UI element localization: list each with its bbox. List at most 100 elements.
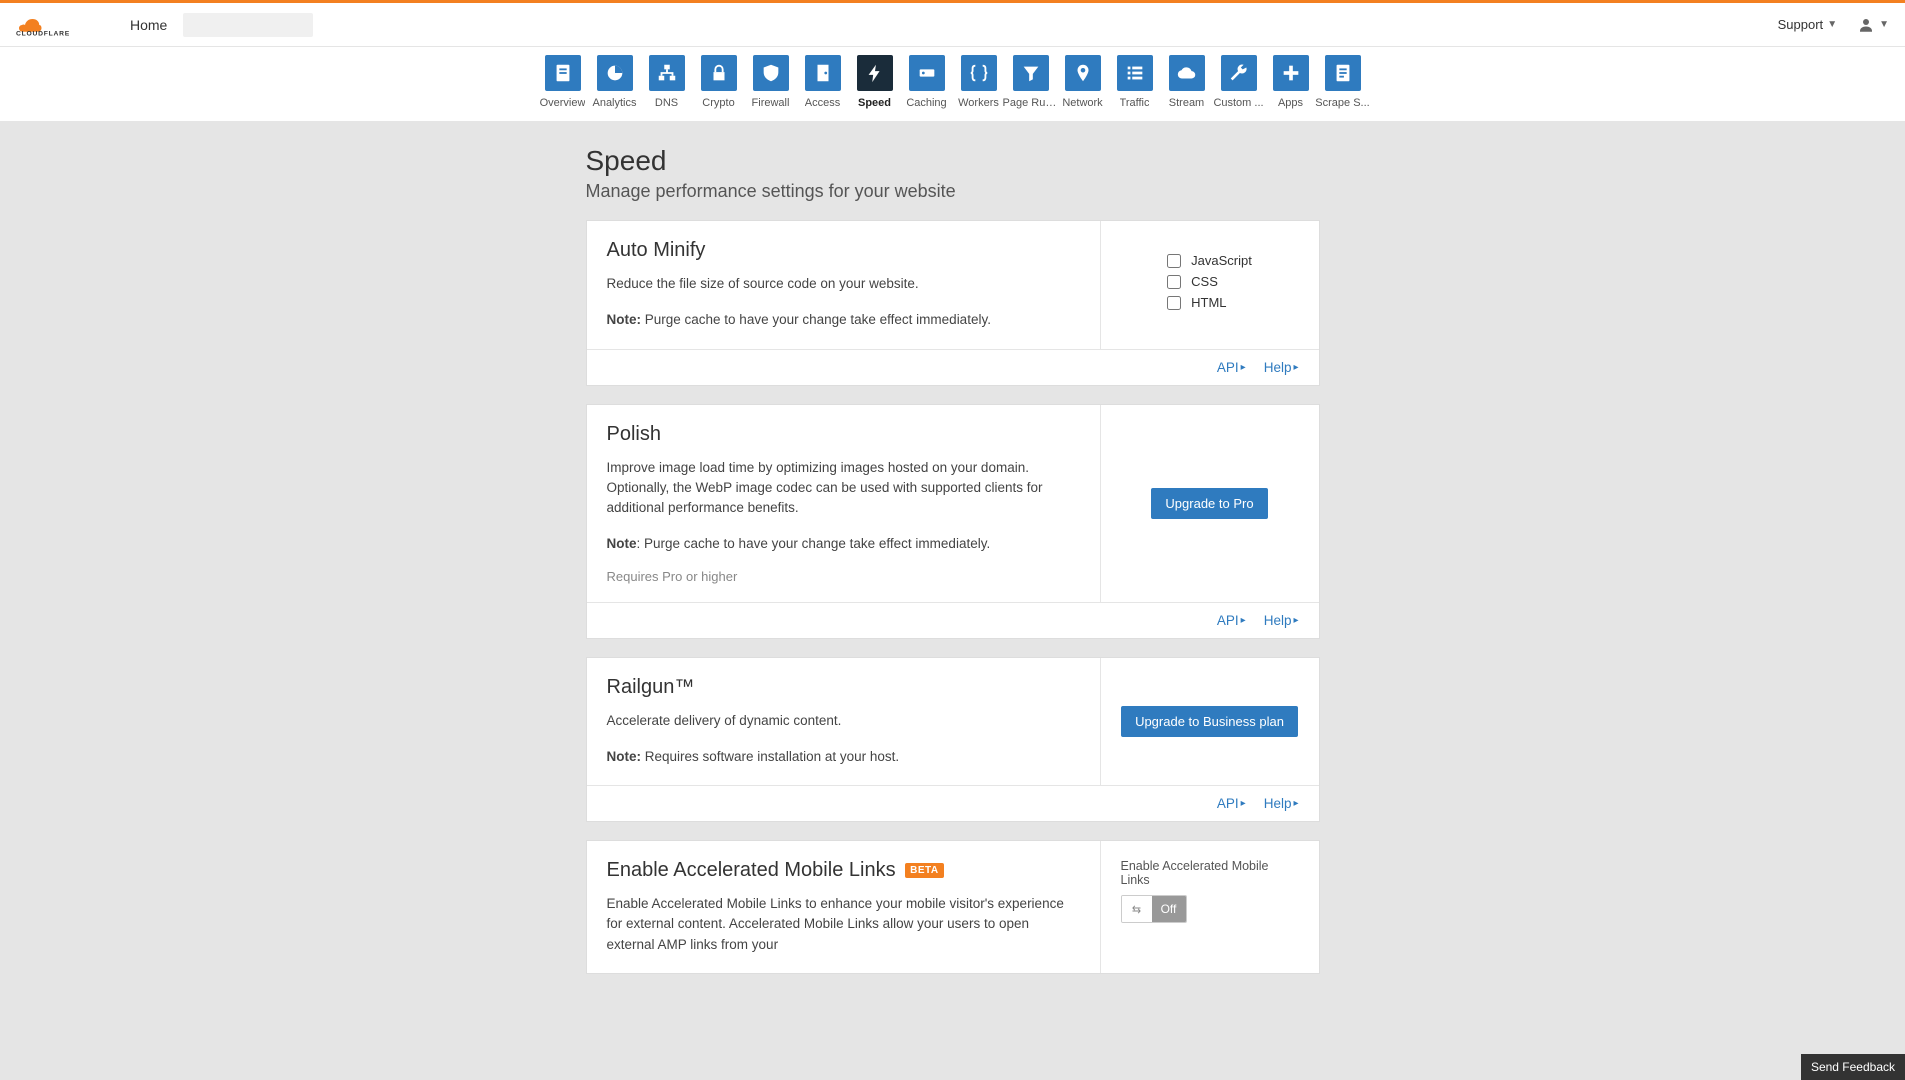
cloudflare-logo[interactable]: CLOUDFLARE: [16, 11, 106, 39]
card-title: Enable Accelerated Mobile Links BETA: [607, 859, 1080, 882]
card-polish: Polish Improve image load time by optimi…: [586, 404, 1320, 639]
tab-stream[interactable]: Stream: [1166, 55, 1208, 109]
card-desc: Accelerate delivery of dynamic content.: [607, 711, 1080, 731]
support-dropdown[interactable]: Support ▼: [1778, 17, 1837, 32]
support-label: Support: [1778, 17, 1824, 32]
upgrade-business-button[interactable]: Upgrade to Business plan: [1121, 706, 1298, 737]
caret-right-icon: ▸: [1241, 798, 1246, 809]
tab-caching[interactable]: Caching: [906, 55, 948, 109]
tab-crypto[interactable]: Crypto: [698, 55, 740, 109]
caret-right-icon: ▸: [1293, 798, 1298, 809]
pin-icon: [1065, 55, 1101, 91]
card-desc: Improve image load time by optimizing im…: [607, 458, 1080, 519]
tab-label: Crypto: [702, 97, 734, 109]
toggle-handle-icon: ⇆: [1122, 896, 1152, 922]
toggle-label: Enable Accelerated Mobile Links: [1121, 859, 1299, 887]
wrench-icon: [1221, 55, 1257, 91]
checkbox-html[interactable]: HTML: [1167, 295, 1252, 310]
pie-icon: [597, 55, 633, 91]
beta-badge: BETA: [905, 863, 943, 878]
tab-label: Access: [805, 97, 840, 109]
tab-page-rules[interactable]: Page Rules: [1010, 55, 1052, 109]
card-controls: JavaScript CSS HTML: [1101, 221, 1319, 349]
funnel-icon: [1013, 55, 1049, 91]
checkbox-javascript[interactable]: JavaScript: [1167, 253, 1252, 268]
card-title: Polish: [607, 423, 1080, 446]
card-aml: Enable Accelerated Mobile Links BETA Ena…: [586, 840, 1320, 974]
plus-icon: [1273, 55, 1309, 91]
lock-icon: [701, 55, 737, 91]
card-note: Note: Requires software installation at …: [607, 747, 1080, 767]
tab-apps[interactable]: Apps: [1270, 55, 1312, 109]
help-link[interactable]: Help▸: [1264, 360, 1299, 375]
card-requires: Requires Pro or higher: [607, 569, 1080, 584]
checkbox-css[interactable]: CSS: [1167, 274, 1252, 289]
nav-home[interactable]: Home: [130, 17, 167, 33]
chevron-down-icon: ▼: [1879, 19, 1889, 30]
tab-label: Scrape S...: [1315, 97, 1369, 109]
tab-label: Analytics: [592, 97, 636, 109]
page-title: Speed: [586, 145, 1320, 177]
tab-label: Firewall: [752, 97, 790, 109]
tab-dns[interactable]: DNS: [646, 55, 688, 109]
send-feedback-button[interactable]: Send Feedback: [1801, 1054, 1905, 1080]
card-desc: Enable Accelerated Mobile Links to enhan…: [607, 894, 1080, 955]
tab-label: DNS: [655, 97, 678, 109]
card-note: Note: Purge cache to have your change ta…: [607, 310, 1080, 330]
tabs-bar: Overview Analytics DNS Crypto Firewall Access…: [0, 47, 1905, 121]
caret-right-icon: ▸: [1241, 615, 1246, 626]
help-link[interactable]: Help▸: [1264, 613, 1299, 628]
card-auto-minify: Auto Minify Reduce the file size of sour…: [586, 220, 1320, 386]
tab-access[interactable]: Access: [802, 55, 844, 109]
tab-label: Page Rules: [1003, 97, 1059, 109]
api-link[interactable]: API▸: [1217, 360, 1246, 375]
tab-label: Caching: [906, 97, 946, 109]
svg-text:CLOUDFLARE: CLOUDFLARE: [16, 30, 70, 37]
tab-custom-[interactable]: Custom ...: [1218, 55, 1260, 109]
tab-speed[interactable]: Speed: [854, 55, 896, 109]
domain-selector[interactable]: [183, 13, 313, 37]
tree-icon: [649, 55, 685, 91]
api-link[interactable]: API▸: [1217, 613, 1246, 628]
tab-label: Traffic: [1120, 97, 1150, 109]
aml-toggle[interactable]: ⇆ Off: [1121, 895, 1187, 923]
help-link[interactable]: Help▸: [1264, 796, 1299, 811]
page-icon: [1325, 55, 1361, 91]
caret-right-icon: ▸: [1293, 615, 1298, 626]
chevron-down-icon: ▼: [1827, 19, 1837, 30]
tab-label: Custom ...: [1213, 97, 1263, 109]
page-subtitle: Manage performance settings for your web…: [586, 181, 1320, 202]
api-link[interactable]: API▸: [1217, 796, 1246, 811]
doc-icon: [545, 55, 581, 91]
header: CLOUDFLARE Home Support ▼ ▼: [0, 3, 1905, 47]
user-icon: [1857, 16, 1875, 34]
tab-label: Network: [1062, 97, 1102, 109]
tab-label: Speed: [858, 97, 891, 109]
tab-network[interactable]: Network: [1062, 55, 1104, 109]
card-title: Auto Minify: [607, 239, 1080, 262]
caret-right-icon: ▸: [1293, 362, 1298, 373]
upgrade-pro-button[interactable]: Upgrade to Pro: [1151, 488, 1267, 519]
card-note: Note: Purge cache to have your change ta…: [607, 534, 1080, 554]
tab-firewall[interactable]: Firewall: [750, 55, 792, 109]
user-menu[interactable]: ▼: [1857, 16, 1889, 34]
tab-overview[interactable]: Overview: [542, 55, 584, 109]
tab-label: Overview: [540, 97, 586, 109]
tab-label: Apps: [1278, 97, 1303, 109]
tab-label: Workers: [958, 97, 999, 109]
tab-label: Stream: [1169, 97, 1204, 109]
card-title: Railgun™: [607, 676, 1080, 699]
drive-icon: [909, 55, 945, 91]
cloud-icon: [1169, 55, 1205, 91]
card-desc: Reduce the file size of source code on y…: [607, 274, 1080, 294]
braces-icon: [961, 55, 997, 91]
tab-scrape-s-[interactable]: Scrape S...: [1322, 55, 1364, 109]
tab-analytics[interactable]: Analytics: [594, 55, 636, 109]
card-railgun: Railgun™ Accelerate delivery of dynamic …: [586, 657, 1320, 823]
tab-traffic[interactable]: Traffic: [1114, 55, 1156, 109]
caret-right-icon: ▸: [1241, 362, 1246, 373]
list-icon: [1117, 55, 1153, 91]
door-icon: [805, 55, 841, 91]
shield-icon: [753, 55, 789, 91]
tab-workers[interactable]: Workers: [958, 55, 1000, 109]
